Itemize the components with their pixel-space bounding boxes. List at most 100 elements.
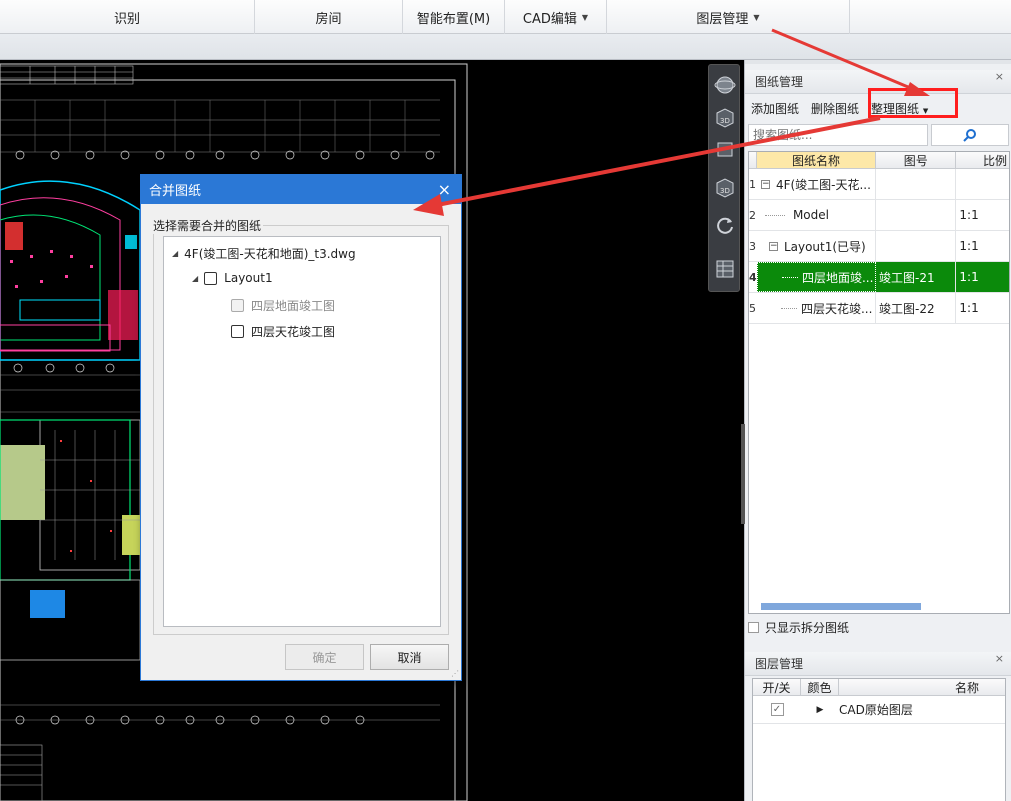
dialog-title-bar: 合并图纸 × <box>141 175 461 204</box>
drawing-tree: ◢ 4F(竣工图-天花和地面)_t3.dwg ◢ Layout1 四层地面竣工图… <box>163 236 441 627</box>
tree-layout-node[interactable]: ◢ Layout1 <box>192 271 273 285</box>
layer-visibility-toggle[interactable]: ✓ <box>753 703 801 716</box>
row-scale <box>956 169 1009 199</box>
expand-arrow-icon[interactable]: ▶ <box>801 705 839 715</box>
layer-table: 开/关 颜色 名称 ✓ ▶ CAD原始图层 <box>752 678 1006 801</box>
row-name-cell: − Layout1(已导) <box>757 231 876 261</box>
collapse-icon[interactable]: − <box>768 241 778 251</box>
add-drawing-button[interactable]: 添加图纸 <box>751 100 799 117</box>
menu-recognize[interactable]: 识别 <box>0 0 255 34</box>
row-number <box>876 200 957 230</box>
header-number[interactable]: 图号 <box>876 152 957 168</box>
panel-strip <box>745 60 1011 64</box>
header-toggle[interactable]: 开/关 <box>753 679 801 695</box>
row-name-cell: −4F(竣工图-天花... <box>757 169 876 199</box>
layer-name: CAD原始图层 <box>839 703 913 717</box>
row-name: 四层地面竣... <box>801 270 874 285</box>
only-split-toggle[interactable]: 只显示拆分图纸 <box>748 618 849 636</box>
expand-triangle-icon[interactable]: ◢ <box>192 274 198 283</box>
cancel-button[interactable]: 取消 <box>370 644 449 670</box>
view-3d-icon[interactable]: 3D <box>713 105 737 129</box>
row-scale: 1:1 <box>959 208 979 222</box>
layout-checkbox[interactable] <box>204 271 218 285</box>
dialog-title: 合并图纸 <box>149 184 202 199</box>
tree-child-node[interactable]: 四层天花竣工图 <box>231 323 335 340</box>
drawing-table-header: 图纸名称 图号 比例 <box>749 152 1009 169</box>
header-scale[interactable]: 比例 <box>956 152 1009 168</box>
row-index: 4 <box>749 262 757 292</box>
row-name-cell: Model <box>757 200 876 230</box>
floor-drawing-checkbox <box>231 299 244 312</box>
search-button[interactable] <box>931 124 1009 146</box>
row-scale: 1:1 <box>959 301 979 315</box>
row-index: 5 <box>749 301 756 315</box>
tree-child-label: 四层天花竣工图 <box>251 325 336 339</box>
search-row <box>745 122 1011 148</box>
view-toolbar: 3D 3D <box>708 64 740 292</box>
row-scale: 1:1 <box>959 239 979 253</box>
menu-cad-edit-label: CAD编辑 <box>522 11 577 27</box>
table-row[interactable]: 3 − Layout1(已导) 1:1 <box>749 231 1009 262</box>
highlight-box <box>868 88 958 118</box>
row-number: 竣工图-22 <box>876 293 957 323</box>
tree-line <box>780 307 797 309</box>
table-row[interactable]: 5 四层天花竣... 竣工图-22 1:1 <box>749 293 1009 324</box>
tree-root-node[interactable]: ◢ 4F(竣工图-天花和地面)_t3.dwg <box>172 245 356 262</box>
menu-smart-layout[interactable]: 智能布置(M) <box>403 0 505 34</box>
check-icon[interactable]: ✓ <box>770 703 784 716</box>
sub-toolbar <box>0 34 1011 60</box>
header-index <box>749 152 757 168</box>
chevron-down-icon: ▼ <box>581 12 589 22</box>
row-name-cell: 四层天花竣... <box>757 293 876 323</box>
orbit-icon[interactable] <box>713 73 737 97</box>
search-icon <box>963 129 976 142</box>
row-index: 2 <box>749 208 756 222</box>
table-row-selected[interactable]: 4 四层地面竣... 竣工图-21 1:1 <box>749 262 1009 293</box>
close-icon[interactable]: × <box>995 652 1004 666</box>
view-top-icon[interactable] <box>713 137 737 161</box>
search-input[interactable] <box>748 124 928 146</box>
layer-panel-title: 图层管理 × <box>745 652 1011 676</box>
splitter-handle[interactable] <box>741 424 745 524</box>
only-split-checkbox[interactable] <box>748 621 759 633</box>
menu-room-label: 房间 <box>315 11 342 27</box>
layer-panel-title-text: 图层管理 <box>755 657 804 671</box>
tree-root-label: 4F(竣工图-天花和地面)_t3.dwg <box>184 247 356 261</box>
row-name: 四层天花竣... <box>800 301 873 316</box>
svg-text:3D: 3D <box>720 187 730 195</box>
delete-drawing-button[interactable]: 删除图纸 <box>811 100 859 117</box>
header-layer-name[interactable]: 名称 <box>839 679 1005 695</box>
row-name: Layout1(已导) <box>783 239 866 254</box>
row-name: 4F(竣工图-天花... <box>775 177 871 192</box>
rotate-icon[interactable] <box>713 213 737 237</box>
layer-panel: 图层管理 × 开/关 颜色 名称 ✓ ▶ CAD原始图层 <box>745 640 1011 801</box>
collapse-icon[interactable]: − <box>760 179 770 189</box>
table-row[interactable]: 2 Model 1:1 <box>749 200 1009 231</box>
close-icon[interactable]: × <box>438 180 451 199</box>
menu-cad-edit[interactable]: CAD编辑 ▼ <box>505 0 607 34</box>
ceiling-drawing-checkbox[interactable] <box>231 325 244 338</box>
menu-layer-manage[interactable]: 图层管理 ▼ <box>607 0 850 34</box>
resize-grip-icon[interactable]: ⋰ <box>451 669 459 678</box>
row-number: 竣工图-21 <box>876 262 957 292</box>
table-row[interactable]: 1 −4F(竣工图-天花... <box>749 169 1009 200</box>
header-name[interactable]: 图纸名称 <box>756 152 877 168</box>
row-number <box>876 231 957 261</box>
menu-room[interactable]: 房间 <box>255 0 403 34</box>
grid-view-icon[interactable] <box>713 257 737 281</box>
merge-dialog: 合并图纸 × 选择需要合并的图纸 ◢ 4F(竣工图-天花和地面)_t3.dwg … <box>140 174 462 681</box>
horizontal-scrollbar[interactable] <box>761 603 921 610</box>
row-scale: 1:1 <box>959 270 979 284</box>
ok-button[interactable]: 确定 <box>285 644 364 670</box>
expand-triangle-icon[interactable]: ◢ <box>172 249 178 258</box>
app-root: 识别 房间 智能布置(M) CAD编辑 ▼ 图层管理 ▼ 3D 3D 图纸管理 … <box>0 0 1011 801</box>
group-label: 选择需要合并的图纸 <box>151 217 264 234</box>
close-icon[interactable]: × <box>995 70 1004 84</box>
top-toolbar: 识别 房间 智能布置(M) CAD编辑 ▼ 图层管理 ▼ <box>0 0 1011 34</box>
layer-row[interactable]: ✓ ▶ CAD原始图层 <box>753 696 1005 724</box>
chevron-down-icon: ▼ <box>753 12 760 22</box>
header-color[interactable]: 颜色 <box>801 679 839 695</box>
row-number <box>876 169 957 199</box>
view-3d-box-icon[interactable]: 3D <box>713 175 737 199</box>
row-name-cell: 四层地面竣... <box>756 262 876 292</box>
